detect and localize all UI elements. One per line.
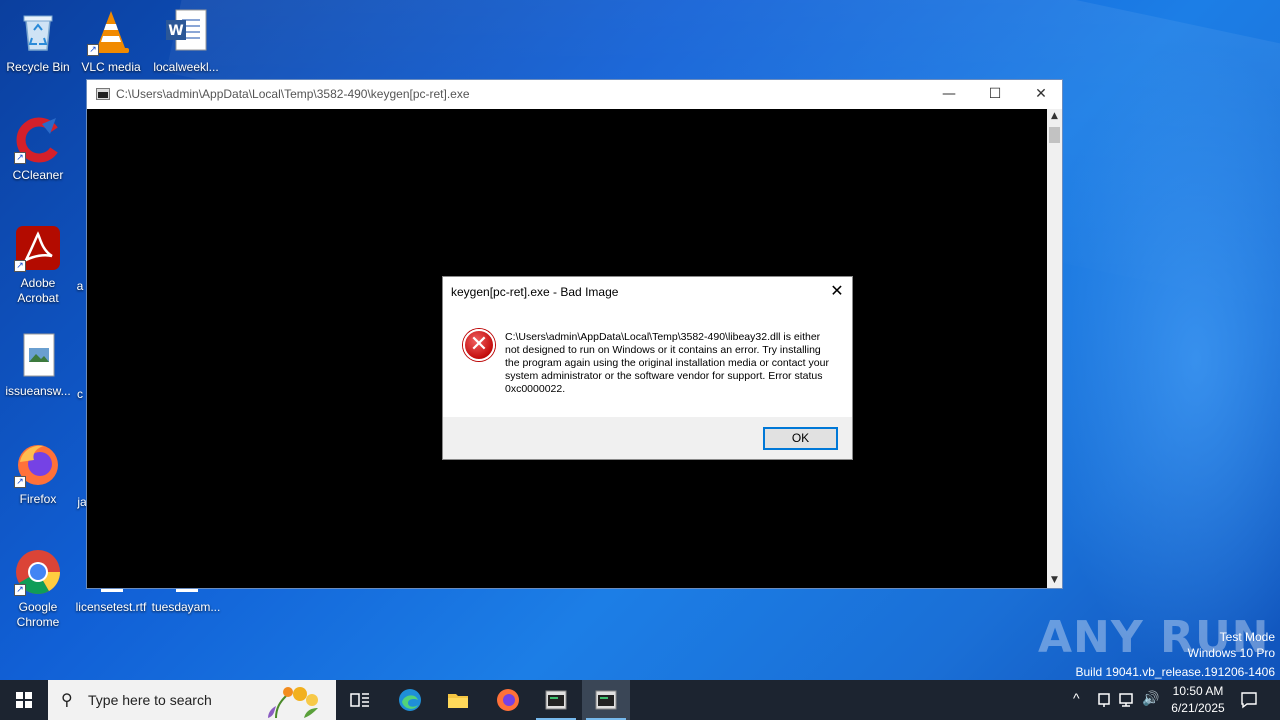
taskbar-firefox[interactable] <box>484 680 532 720</box>
dialog-footer: OK <box>443 417 852 459</box>
desktop-icon-recycle-bin[interactable]: Recycle Bin <box>0 8 76 75</box>
network-icon <box>1119 693 1133 707</box>
watermark-line1: Test Mode <box>1219 630 1275 644</box>
desktop-icon-vlc[interactable]: ↗ VLC media <box>73 8 149 75</box>
network-button[interactable] <box>1116 680 1138 720</box>
desktop-icon-label: Google Chrome <box>16 600 60 629</box>
desktop-icon-label: licensetest.rtf <box>75 600 147 614</box>
start-button[interactable] <box>0 680 48 720</box>
console-app-icon <box>545 690 567 710</box>
taskbar: ⚲ Type here to search ^ 🔊 10:50 AM 6/21/… <box>0 680 1280 720</box>
desktop-icon-label: CCleaner <box>12 168 64 182</box>
volume-icon: 🔊 <box>1142 690 1160 706</box>
scroll-thumb[interactable] <box>1049 127 1060 143</box>
shortcut-arrow-icon: ↗ <box>14 584 26 596</box>
dialog-message: C:\Users\admin\AppData\Local\Temp\3582-4… <box>505 331 829 395</box>
vlc-icon: ↗ <box>87 8 135 56</box>
desktop-icon-localweekl[interactable]: W localweekl... <box>148 8 224 75</box>
shortcut-arrow-icon: ↗ <box>14 476 26 488</box>
desktop-icon-label: VLC media <box>81 60 141 74</box>
desktop-icon-label: localweekl... <box>153 60 219 74</box>
bad-image-dialog[interactable]: keygen[pc-ret].exe - Bad Image ✕ ✕ C:\Us… <box>442 276 853 460</box>
file-explorer-icon <box>448 694 468 708</box>
desktop-icon-google-chrome[interactable]: ↗ Google Chrome <box>0 548 76 630</box>
desktop-icon-label: Recycle Bin <box>6 60 70 74</box>
console-title: C:\Users\admin\AppData\Local\Temp\3582-4… <box>116 87 470 101</box>
maximize-button[interactable]: ☐ <box>972 80 1018 109</box>
clock-time: 10:50 AM <box>1172 684 1224 698</box>
console-app-icon-active <box>595 690 617 710</box>
search-icon: ⚲ <box>61 690 73 709</box>
scroll-up-icon[interactable]: ▲ <box>1047 109 1062 124</box>
show-hidden-icons-button[interactable]: ^ <box>1068 680 1090 720</box>
usb-device-icon <box>1098 693 1110 707</box>
edge-icon <box>399 689 421 711</box>
console-scrollbar[interactable]: ▲ ▼ <box>1047 109 1062 588</box>
ccleaner-icon: ↗ <box>14 116 62 164</box>
notifications-button[interactable] <box>1234 680 1264 720</box>
search-highlight-flowers-icon <box>268 687 318 718</box>
error-icon: ✕ <box>463 329 495 361</box>
shortcut-arrow-icon: ↗ <box>14 152 26 164</box>
chevron-up-icon: ^ <box>1073 690 1080 706</box>
desktop: Recycle Bin ↗ VLC media W localweekl... <box>0 0 1280 680</box>
firefox-icon <box>497 689 519 711</box>
clock[interactable]: 10:50 AM 6/21/2025 <box>1160 683 1236 717</box>
desktop-icon-label: tuesdayam... <box>151 600 221 614</box>
tray-device-icon-button[interactable] <box>1094 680 1114 720</box>
firefox-icon: ↗ <box>14 440 62 488</box>
watermark-line2: Windows 10 Pro <box>1187 646 1275 660</box>
dialog-title: keygen[pc-ret].exe - Bad Image <box>451 285 619 299</box>
word-document-icon: W <box>162 8 210 56</box>
volume-button[interactable]: 🔊 <box>1140 680 1162 720</box>
taskbar-console-app[interactable] <box>532 680 580 720</box>
shortcut-arrow-icon: ↗ <box>87 44 99 56</box>
console-titlebar[interactable]: C:\Users\admin\AppData\Local\Temp\3582-4… <box>87 80 1062 109</box>
scroll-down-icon[interactable]: ▼ <box>1047 573 1062 588</box>
recycle-bin-icon <box>14 8 62 56</box>
console-app-icon <box>96 88 110 100</box>
clock-date: 6/21/2025 <box>1171 701 1225 715</box>
image-file-icon <box>14 332 62 380</box>
task-view-button[interactable] <box>336 680 384 720</box>
chrome-icon: ↗ <box>14 548 62 596</box>
ok-button[interactable]: OK <box>763 427 838 450</box>
close-button[interactable]: ✕ <box>1018 80 1064 109</box>
windows-logo-icon <box>16 692 32 708</box>
notification-icon <box>1241 692 1257 709</box>
svg-text:W: W <box>168 23 183 39</box>
adobe-acrobat-icon: ↗ <box>14 224 62 272</box>
taskbar-file-explorer[interactable] <box>434 680 482 720</box>
taskbar-edge[interactable] <box>386 680 434 720</box>
dialog-close-button[interactable]: ✕ <box>822 277 852 305</box>
desktop-icon-ccleaner[interactable]: ↗ CCleaner <box>0 116 76 183</box>
minimize-button[interactable]: — <box>926 80 972 109</box>
shortcut-arrow-icon: ↗ <box>14 260 26 272</box>
watermark-line3: Build 19041.vb_release.191206-1406 <box>1075 665 1276 679</box>
search-placeholder: Type here to search <box>88 692 212 708</box>
search-box[interactable]: ⚲ Type here to search <box>48 680 336 720</box>
taskbar-console-app-active[interactable] <box>582 680 630 720</box>
task-view-icon <box>350 693 369 707</box>
